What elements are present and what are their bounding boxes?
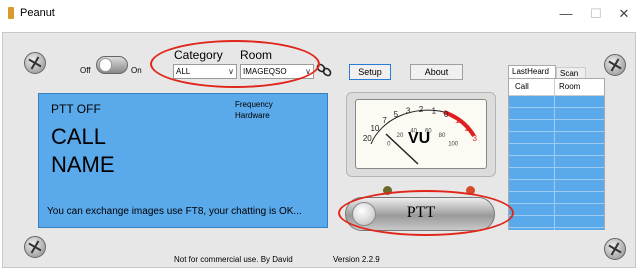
power-toggle[interactable]	[96, 56, 128, 74]
vu-scale-label: 2	[465, 124, 470, 133]
close-button[interactable]: ✕	[610, 4, 638, 24]
vu-scale-label: 7	[382, 116, 387, 125]
about-button[interactable]: About	[410, 64, 463, 80]
vu-scale-label: 10	[370, 124, 379, 133]
power-on-label: On	[131, 66, 142, 75]
footer-notice: Not for commercial use. By David	[174, 255, 293, 264]
column-header-call: Call	[515, 82, 529, 91]
list-header: Call Room	[509, 79, 604, 96]
vu-meter: 20 10 7 5 3 2 1 0 1 2 3 0 20 40 60 80 100 VU	[346, 92, 496, 177]
vu-scale-label: 3	[406, 106, 411, 115]
message-text: You can exchange images use FT8, your ch…	[47, 206, 302, 217]
toggle-knob	[99, 58, 112, 72]
power-off-label: Off	[80, 66, 91, 75]
vu-scale-label: 5	[394, 110, 399, 119]
name-text: NAME	[51, 152, 115, 177]
window-title: Peanut	[20, 7, 55, 19]
frequency-label: Frequency	[235, 100, 273, 109]
minimize-button[interactable]: —	[552, 4, 580, 24]
vu-inner-scale-label: 0	[387, 142, 391, 148]
vu-scale-label: 1	[455, 116, 460, 125]
status-display: PTT OFF Frequency Hardware CALL NAME You…	[38, 93, 328, 228]
version-text: Version 2.2.9	[333, 255, 380, 264]
screw-icon	[604, 238, 626, 260]
vu-inner-scale-label: 80	[439, 133, 446, 139]
hardware-label: Hardware	[235, 111, 270, 120]
vu-scale-label: 3	[472, 134, 477, 143]
screw-icon	[24, 52, 46, 74]
list-body[interactable]	[509, 96, 604, 230]
last-heard-list[interactable]: Call Room	[508, 78, 605, 230]
screw-icon	[24, 236, 46, 258]
setup-button[interactable]: Setup	[349, 64, 391, 80]
screw-icon	[604, 54, 626, 76]
title-bar: Peanut — ☐ ✕	[0, 0, 638, 28]
vu-scale-label: 0	[444, 110, 449, 119]
column-header-room: Room	[559, 82, 581, 91]
tab-last-heard[interactable]: LastHeard	[508, 65, 556, 78]
vu-scale-label: 20	[363, 134, 372, 143]
vu-inner-scale-label: 20	[397, 133, 404, 139]
annotation-highlight	[150, 40, 320, 88]
vu-face: 20 10 7 5 3 2 1 0 1 2 3 0 20 40 60 80 100 VU	[355, 99, 487, 169]
ptt-status-text: PTT OFF	[51, 102, 101, 116]
app-icon	[8, 7, 14, 19]
vu-scale-label: 1	[432, 106, 437, 115]
vu-scale-label: 2	[419, 105, 424, 114]
call-text: CALL	[51, 124, 107, 149]
vu-label: VU	[408, 130, 431, 147]
maximize-button[interactable]: ☐	[582, 4, 610, 24]
vu-inner-scale-label: 100	[448, 142, 459, 148]
annotation-highlight	[338, 190, 514, 236]
